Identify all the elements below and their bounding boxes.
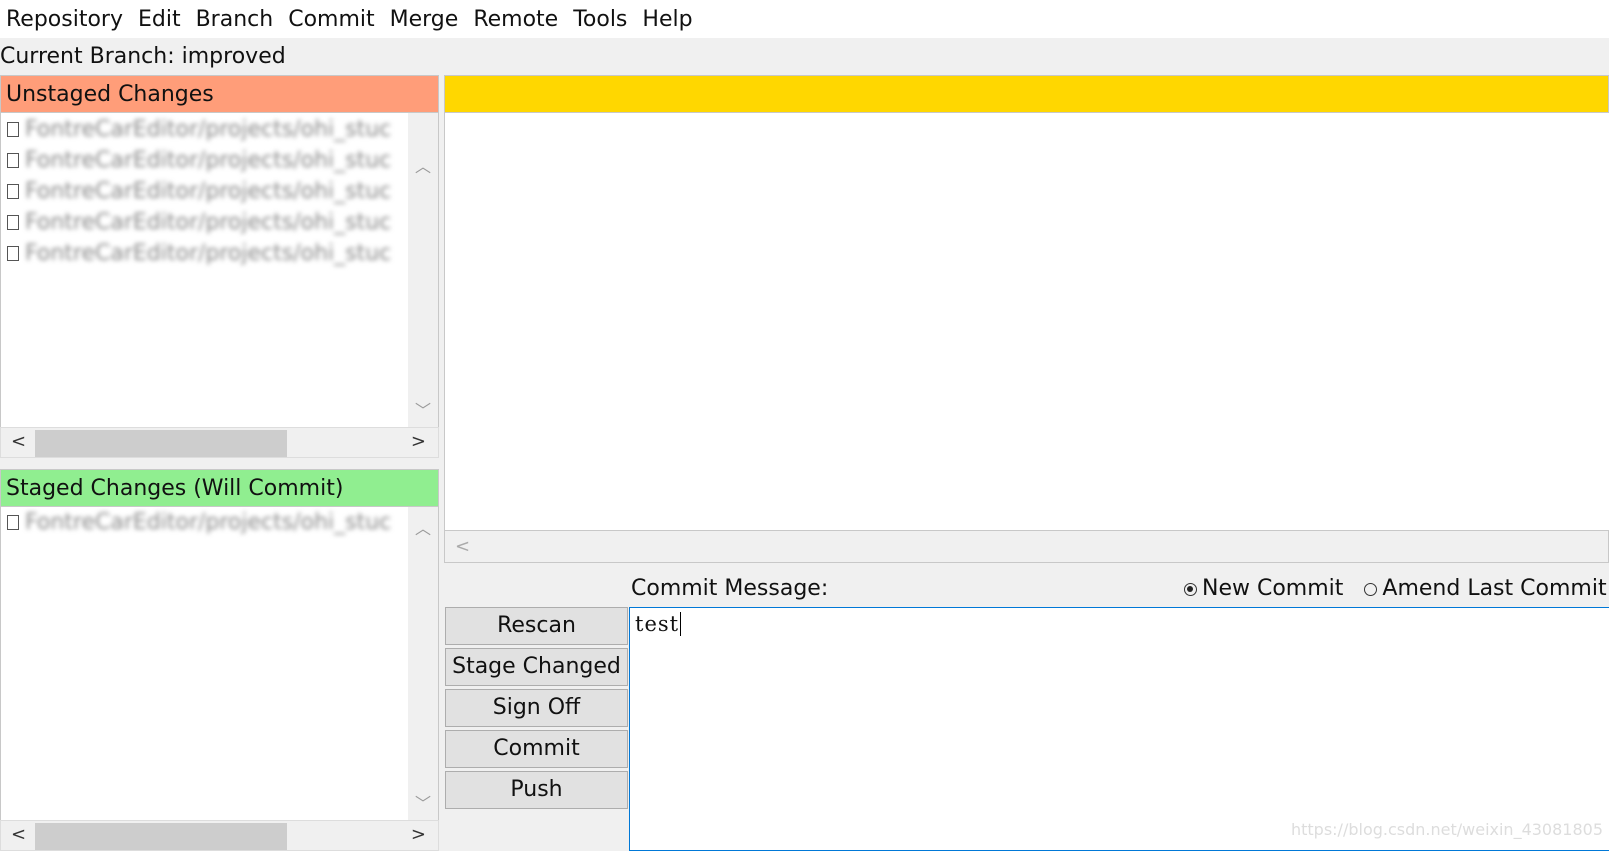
radio-selected-icon bbox=[1184, 582, 1197, 596]
diff-horizontal-scrollbar[interactable]: < bbox=[444, 530, 1609, 563]
scroll-thumb[interactable] bbox=[35, 430, 287, 457]
staged-panel: Staged Changes (Will Commit) FontreCarEd… bbox=[0, 469, 439, 851]
file-icon bbox=[7, 246, 19, 261]
horizontal-scrollbar[interactable]: < > bbox=[0, 820, 439, 851]
file-row[interactable]: FontreCarEditor/projects/ohi_stuc bbox=[1, 507, 438, 538]
unstaged-list: FontreCarEditor/projects/ohi_stuc Fontre… bbox=[0, 113, 439, 427]
commit-message-label: Commit Message: bbox=[631, 576, 829, 601]
scroll-down-icon[interactable]: ﹀ bbox=[408, 790, 438, 814]
scroll-left-icon[interactable]: < bbox=[11, 824, 26, 845]
rescan-button[interactable]: Rescan bbox=[445, 607, 628, 645]
stage-changed-button[interactable]: Stage Changed bbox=[445, 648, 628, 686]
file-row[interactable]: FontreCarEditor/projects/ohi_stuc bbox=[1, 145, 438, 176]
scroll-thumb[interactable] bbox=[35, 823, 287, 850]
new-commit-radio[interactable]: New Commit bbox=[1184, 576, 1343, 601]
menu-repository[interactable]: Repository bbox=[6, 7, 123, 32]
push-button[interactable]: Push bbox=[445, 771, 628, 809]
vertical-scrollbar[interactable]: ︿ ﹀ bbox=[408, 113, 438, 427]
menu-commit[interactable]: Commit bbox=[288, 7, 374, 32]
diff-header bbox=[444, 75, 1609, 113]
menu-remote[interactable]: Remote bbox=[473, 7, 558, 32]
scroll-down-icon[interactable]: ﹀ bbox=[408, 397, 438, 421]
radio-empty-icon bbox=[1364, 582, 1378, 596]
file-row[interactable]: FontreCarEditor/projects/ohi_stuc bbox=[1, 238, 438, 269]
file-icon bbox=[7, 122, 19, 137]
menu-merge[interactable]: Merge bbox=[390, 7, 459, 32]
text-cursor: ​ bbox=[680, 612, 682, 636]
current-branch: Current Branch: improved bbox=[0, 40, 286, 74]
sign-off-button[interactable]: Sign Off bbox=[445, 689, 628, 727]
branch-label: Current Branch: bbox=[0, 44, 175, 69]
commit-mode: New Commit Amend Last Commit bbox=[1184, 576, 1607, 601]
menu-help[interactable]: Help bbox=[642, 7, 692, 32]
diff-view[interactable] bbox=[444, 113, 1609, 530]
branch-name: improved bbox=[181, 44, 286, 69]
file-icon bbox=[7, 515, 19, 530]
scroll-right-icon[interactable]: > bbox=[411, 824, 426, 845]
menu-tools[interactable]: Tools bbox=[573, 7, 627, 32]
commit-message-input[interactable]: test​ bbox=[629, 607, 1609, 851]
amend-commit-radio[interactable]: Amend Last Commit bbox=[1364, 576, 1607, 601]
horizontal-scrollbar[interactable]: < > bbox=[0, 427, 439, 458]
scroll-left-icon[interactable]: < bbox=[11, 431, 26, 452]
scroll-left-icon[interactable]: < bbox=[455, 536, 470, 557]
file-row[interactable]: FontreCarEditor/projects/ohi_stuc bbox=[1, 176, 438, 207]
unstaged-header: Unstaged Changes bbox=[0, 75, 439, 113]
scroll-up-icon[interactable]: ︿ bbox=[408, 153, 438, 177]
unstaged-panel: Unstaged Changes FontreCarEditor/project… bbox=[0, 75, 439, 458]
file-icon bbox=[7, 215, 19, 230]
file-icon bbox=[7, 153, 19, 168]
commit-button[interactable]: Commit bbox=[445, 730, 628, 768]
menu-edit[interactable]: Edit bbox=[138, 7, 181, 32]
watermark: https://blog.csdn.net/weixin_43081805 bbox=[1290, 820, 1603, 839]
vertical-scrollbar[interactable]: ︿ ﹀ bbox=[408, 507, 438, 820]
scroll-up-icon[interactable]: ︿ bbox=[408, 515, 438, 539]
file-row[interactable]: FontreCarEditor/projects/ohi_stuc bbox=[1, 207, 438, 238]
scroll-right-icon[interactable]: > bbox=[411, 431, 426, 452]
file-row[interactable]: FontreCarEditor/projects/ohi_stuc bbox=[1, 114, 438, 145]
menu-branch[interactable]: Branch bbox=[196, 7, 274, 32]
file-icon bbox=[7, 184, 19, 199]
staged-header: Staged Changes (Will Commit) bbox=[0, 469, 439, 507]
menu-bar: Repository Edit Branch Commit Merge Remo… bbox=[0, 0, 1609, 38]
staged-list: FontreCarEditor/projects/ohi_stuc ︿ ﹀ bbox=[0, 507, 439, 820]
